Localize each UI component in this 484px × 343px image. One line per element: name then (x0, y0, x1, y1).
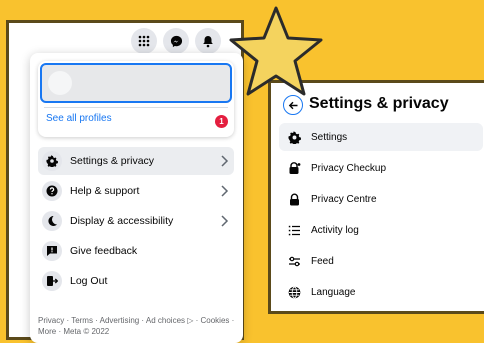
grid-menu-icon[interactable] (131, 28, 157, 54)
settings-item-label: Privacy Centre (311, 193, 377, 205)
notifications-bell-icon[interactable] (195, 28, 221, 54)
current-profile-row[interactable] (40, 63, 232, 103)
menu-item-label: Settings & privacy (70, 155, 155, 167)
settings-item-label: Activity log (311, 224, 359, 236)
gear-icon (42, 151, 62, 171)
settings-item-label: Feed (311, 255, 334, 267)
menu-item-settings-privacy[interactable]: Settings & privacy (38, 147, 234, 175)
moon-icon (42, 211, 62, 231)
menu-item-label: Give feedback (70, 245, 138, 257)
menu-item-display-accessibility[interactable]: Display & accessibility (38, 207, 234, 235)
chevron-right-icon (221, 185, 229, 197)
privacy-lock-icon (286, 160, 302, 176)
question-icon (42, 181, 62, 201)
settings-privacy-window: Settings & privacy Settings Privacy Chec… (268, 80, 484, 314)
footer-links[interactable]: Privacy · Terms · Advertising · Ad choic… (38, 315, 238, 337)
feedback-icon (42, 241, 62, 261)
sliders-icon (286, 253, 302, 269)
menu-item-label: Display & accessibility (70, 215, 174, 227)
settings-item-label: Privacy Checkup (311, 162, 387, 174)
settings-item-privacy-checkup[interactable]: Privacy Checkup (279, 154, 483, 182)
see-all-profiles-link[interactable]: See all profiles (46, 113, 112, 124)
menu-item-help-support[interactable]: Help & support (38, 177, 234, 205)
menu-item-log-out[interactable]: Log Out (38, 267, 234, 295)
menu-item-give-feedback[interactable]: Give feedback (38, 237, 234, 265)
chevron-right-icon (221, 215, 229, 227)
chevron-right-icon (221, 155, 229, 167)
logout-icon (42, 271, 62, 291)
notification-badge: 1 (215, 115, 228, 128)
star-decoration-icon (229, 6, 323, 96)
divider (44, 107, 228, 108)
lock-icon (286, 191, 302, 207)
settings-item-language[interactable]: Language (279, 278, 483, 306)
messenger-icon[interactable] (163, 28, 189, 54)
globe-icon (286, 284, 302, 300)
settings-item-activity-log[interactable]: Activity log (279, 216, 483, 244)
settings-item-label: Language (311, 286, 356, 298)
settings-item-feed[interactable]: Feed (279, 247, 483, 275)
menu-item-label: Log Out (70, 275, 108, 287)
list-icon (286, 222, 302, 238)
profile-card: See all profiles 1 (38, 61, 234, 137)
account-dropdown-menu: See all profiles 1 Settings & privacy He… (30, 53, 243, 343)
settings-item-settings[interactable]: Settings (279, 123, 483, 151)
menu-item-label: Help & support (70, 185, 140, 197)
settings-item-privacy-centre[interactable]: Privacy Centre (279, 185, 483, 213)
settings-item-label: Settings (311, 131, 348, 143)
account-menu-window: See all profiles 1 Settings & privacy He… (6, 20, 244, 343)
page-title: Settings & privacy (309, 95, 449, 112)
avatar (48, 71, 72, 95)
gear-icon (286, 129, 302, 145)
